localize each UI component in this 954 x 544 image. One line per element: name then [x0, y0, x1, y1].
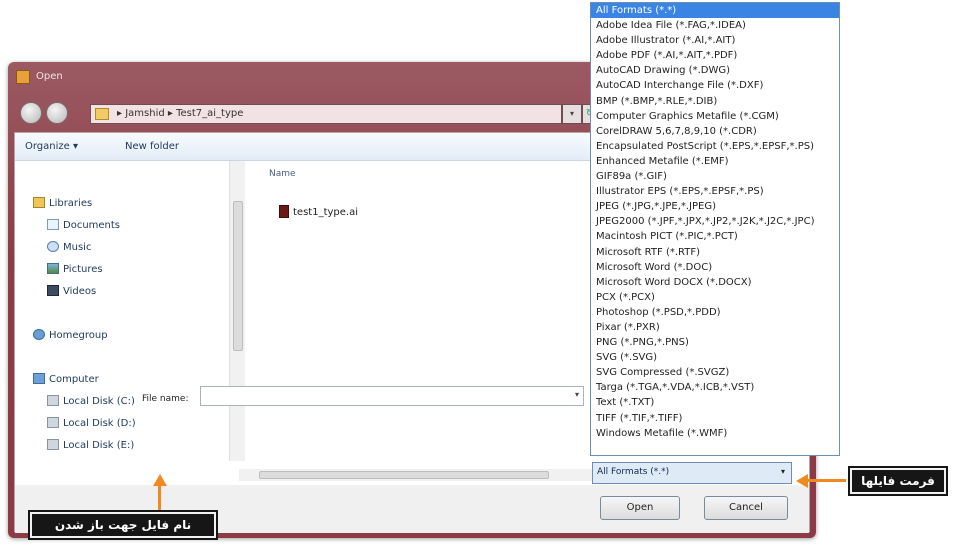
- dropdown-option[interactable]: Microsoft Word (*.DOC): [591, 260, 839, 275]
- screenshot-stage: Open ▸ Jamshid ▸ Test7_ai_type ▾ ↻ Organ…: [0, 0, 954, 544]
- dropdown-option[interactable]: SVG (*.SVG): [591, 350, 839, 365]
- chevron-down-icon[interactable]: ▾: [575, 390, 579, 399]
- file-name-label: File name:: [142, 394, 189, 404]
- window-title: Open: [36, 71, 63, 82]
- sidebar-item-disk-d[interactable]: Local Disk (D:): [47, 417, 136, 429]
- callout-arrow-line: [158, 484, 161, 510]
- chevron-down-icon: ▾: [780, 467, 785, 476]
- dropdown-option[interactable]: GIF89a (*.GIF): [591, 169, 839, 184]
- sidebar-item-label: Pictures: [63, 264, 103, 275]
- dropdown-option[interactable]: AutoCAD Drawing (*.DWG): [591, 63, 839, 78]
- cancel-button[interactable]: Cancel: [704, 496, 788, 520]
- sidebar-item-label: Local Disk (D:): [63, 418, 136, 429]
- new-folder-button[interactable]: New folder: [125, 141, 179, 152]
- address-bar[interactable]: ▸ Jamshid ▸ Test7_ai_type: [90, 104, 562, 124]
- callout-file-format: فرمت فایلها: [850, 468, 946, 494]
- sidebar-item-homegroup[interactable]: Homegroup: [33, 329, 108, 341]
- documents-icon: [47, 219, 59, 230]
- navigation-pane: Libraries Documents Music Pictures Video…: [15, 161, 229, 461]
- sidebar-item-disk-e[interactable]: Local Disk (E:): [47, 439, 134, 451]
- sidebar-item-pictures[interactable]: Pictures: [47, 263, 103, 275]
- dropdown-option[interactable]: Computer Graphics Metafile (*.CGM): [591, 109, 839, 124]
- music-icon: [47, 241, 59, 252]
- sidebar-item-documents[interactable]: Documents: [47, 219, 120, 231]
- dropdown-option[interactable]: Adobe Idea File (*.FAG,*.IDEA): [591, 18, 839, 33]
- homegroup-icon: [33, 329, 45, 340]
- dropdown-option[interactable]: PNG (*.PNG,*.PNS): [591, 335, 839, 350]
- callout-arrow-head-icon: [153, 474, 167, 486]
- sidebar-item-label: Music: [63, 242, 92, 253]
- dropdown-option[interactable]: TIFF (*.TIF,*.TIFF): [591, 411, 839, 426]
- callout-arrow-head-icon: [796, 474, 808, 488]
- dropdown-option[interactable]: Pixar (*.PXR): [591, 320, 839, 335]
- scrollbar-thumb[interactable]: [233, 201, 243, 351]
- dropdown-option[interactable]: JPEG (*.JPG,*.JPE,*.JPEG): [591, 199, 839, 214]
- dropdown-option[interactable]: Illustrator EPS (*.EPS,*.EPSF,*.PS): [591, 184, 839, 199]
- sidebar-item-label: Homegroup: [49, 330, 108, 341]
- videos-icon: [47, 285, 59, 296]
- sidebar-item-label: Local Disk (E:): [63, 440, 135, 451]
- sidebar-item-disk-c[interactable]: Local Disk (C:): [47, 395, 135, 407]
- dropdown-option[interactable]: CorelDRAW 5,6,7,8,9,10 (*.CDR): [591, 124, 839, 139]
- dropdown-option[interactable]: Adobe PDF (*.AI,*.AIT,*.PDF): [591, 48, 839, 63]
- hard-disk-icon: [47, 439, 59, 450]
- file-type-selected: All Formats (*.*): [597, 467, 670, 477]
- dropdown-option[interactable]: BMP (*.BMP,*.RLE,*.DIB): [591, 94, 839, 109]
- open-button[interactable]: Open: [600, 496, 680, 520]
- file-type-dropdown-list[interactable]: All Formats (*.*) Adobe Idea File (*.FAG,…: [590, 2, 840, 456]
- computer-icon: [33, 373, 45, 384]
- dropdown-option[interactable]: Text (*.TXT): [591, 395, 839, 410]
- dropdown-option[interactable]: AutoCAD Interchange File (*.DXF): [591, 78, 839, 93]
- dropdown-option[interactable]: Microsoft RTF (*.RTF): [591, 245, 839, 260]
- forward-button[interactable]: [46, 102, 68, 124]
- sidebar-item-libraries[interactable]: Libraries: [33, 197, 92, 209]
- file-name-label: test1_type.ai: [293, 207, 358, 218]
- libraries-icon: [33, 197, 45, 208]
- callout-file-name: نام فایل جهت باز شدن: [30, 512, 216, 538]
- dropdown-option[interactable]: Windows Metafile (*.WMF): [591, 426, 839, 441]
- dropdown-option[interactable]: Microsoft Word DOCX (*.DOCX): [591, 275, 839, 290]
- sidebar-item-label: Local Disk (C:): [63, 396, 135, 407]
- sidebar-item-music[interactable]: Music: [47, 241, 91, 253]
- file-name-input[interactable]: ▾: [200, 386, 584, 406]
- hard-disk-icon: [47, 395, 59, 406]
- dropdown-option[interactable]: SVG Compressed (*.SVGZ): [591, 365, 839, 380]
- dropdown-option[interactable]: Enhanced Metafile (*.EMF): [591, 154, 839, 169]
- hard-disk-icon: [47, 417, 59, 428]
- dropdown-option[interactable]: Targa (*.TGA,*.VDA,*.ICB,*.VST): [591, 380, 839, 395]
- sidebar-item-label: Libraries: [49, 198, 93, 209]
- navigation-scrollbar[interactable]: [229, 161, 245, 461]
- address-path: ▸ Jamshid ▸ Test7_ai_type: [117, 108, 244, 119]
- dropdown-option[interactable]: Photoshop (*.PSD,*.PDD): [591, 305, 839, 320]
- dropdown-option[interactable]: JPEG2000 (*.JPF,*.JPX,*.JP2,*.J2K,*.J2C,…: [591, 214, 839, 229]
- sidebar-item-label: Computer: [49, 374, 99, 385]
- dropdown-option[interactable]: Adobe Illustrator (*.AI,*.AIT): [591, 33, 839, 48]
- sidebar-item-videos[interactable]: Videos: [47, 285, 96, 297]
- horizontal-scrollbar[interactable]: [239, 469, 595, 481]
- folder-icon: [95, 108, 109, 120]
- sidebar-item-computer[interactable]: Computer: [33, 373, 99, 385]
- file-list: Name test1_type.ai: [255, 161, 595, 461]
- dropdown-option[interactable]: PCX (*.PCX): [591, 290, 839, 305]
- organize-button[interactable]: Organize ▾: [25, 141, 78, 152]
- scrollbar-thumb[interactable]: [259, 471, 549, 479]
- dropdown-option[interactable]: All Formats (*.*): [591, 3, 839, 19]
- column-header-name[interactable]: Name: [269, 169, 296, 179]
- dropdown-option[interactable]: Encapsulated PostScript (*.EPS,*.EPSF,*.…: [591, 139, 839, 154]
- sidebar-item-label: Videos: [63, 286, 97, 297]
- illustrator-app-icon: [16, 70, 30, 84]
- address-dropdown-button[interactable]: ▾: [562, 104, 582, 124]
- callout-arrow-line: [806, 479, 846, 482]
- list-item[interactable]: test1_type.ai: [279, 205, 358, 218]
- pictures-icon: [47, 263, 59, 274]
- file-type-select[interactable]: All Formats (*.*) ▾: [592, 462, 792, 484]
- back-button[interactable]: [20, 102, 42, 124]
- sidebar-item-label: Documents: [63, 220, 121, 231]
- dropdown-option[interactable]: Macintosh PICT (*.PIC,*.PCT): [591, 229, 839, 244]
- ai-file-icon: [279, 205, 289, 218]
